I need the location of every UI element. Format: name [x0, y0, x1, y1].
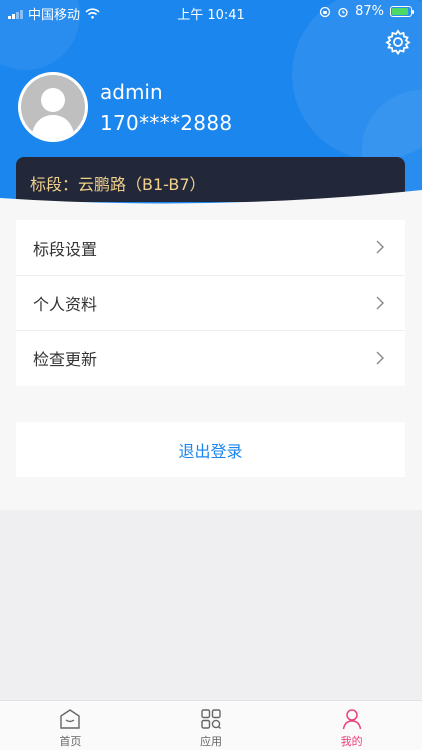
- menu-list: 标段设置 个人资料 检查更新: [16, 220, 405, 386]
- status-bar: 中国移动 上午 10:41 87%: [0, 0, 422, 23]
- menu-item-label: 检查更新: [33, 350, 98, 369]
- menu-item-profile[interactable]: 个人资料: [16, 275, 405, 330]
- header-wave: [0, 190, 422, 220]
- tab-bar: 首页 应用 我的: [0, 700, 422, 750]
- tab-home[interactable]: 首页: [0, 701, 141, 750]
- avatar-placeholder-icon: [21, 75, 85, 139]
- tab-label: 我的: [340, 735, 363, 748]
- username: admin: [100, 80, 163, 104]
- chevron-right-icon: [376, 296, 384, 310]
- home-icon: [60, 709, 81, 729]
- chevron-right-icon: [376, 240, 384, 254]
- chevron-right-icon: [376, 351, 384, 365]
- person-icon: [342, 709, 361, 730]
- settings-gear-icon[interactable]: [384, 28, 412, 56]
- tab-label: 首页: [59, 735, 82, 748]
- phone-number: 170****2888: [100, 111, 233, 135]
- tab-label: 应用: [200, 735, 222, 748]
- menu-item-check-update[interactable]: 检查更新: [16, 330, 405, 385]
- apps-icon: [201, 709, 221, 729]
- tab-apps[interactable]: 应用: [141, 701, 282, 750]
- battery-icon: [390, 6, 414, 17]
- status-right: 87%: [319, 4, 414, 19]
- battery-percent: 87%: [355, 4, 384, 19]
- logout-label: 退出登录: [178, 441, 243, 461]
- empty-area: [0, 510, 422, 700]
- logout-button[interactable]: 退出登录: [16, 422, 405, 477]
- menu-item-label: 标段设置: [33, 239, 98, 259]
- alarm-icon: [338, 7, 348, 17]
- avatar[interactable]: [18, 72, 88, 142]
- tab-mine[interactable]: 我的: [281, 701, 422, 750]
- rotation-lock-icon: [319, 6, 331, 17]
- menu-item-section-settings[interactable]: 标段设置: [16, 220, 405, 275]
- menu-item-label: 个人资料: [33, 295, 98, 314]
